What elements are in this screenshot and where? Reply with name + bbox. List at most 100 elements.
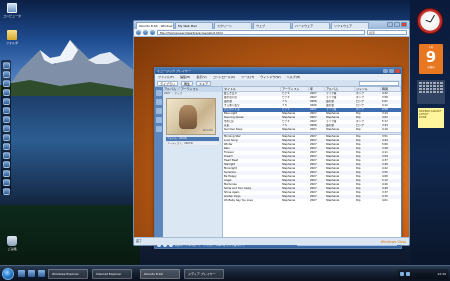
taskbar-item[interactable]: Internet Explorer: [92, 269, 132, 279]
desktop-icon-recycle-bin[interactable]: ごみ箱: [1, 236, 23, 251]
calendar-gadget[interactable]: 1月 9 水曜日: [419, 44, 443, 74]
music-player-window: ミュージック プレイヤー ファイル(F) 編集(E) 表示(V) コントロール(…: [154, 67, 402, 249]
folder-icon: [7, 30, 17, 40]
table-cell: Summer Days: [224, 128, 243, 131]
clock-gadget[interactable]: [417, 8, 443, 34]
table-cell: 2007: [310, 128, 317, 131]
launch-app-icon[interactable]: [2, 107, 10, 114]
desktop-icon-label: フォルダ: [5, 41, 18, 45]
taskbar-item[interactable]: Ubuntu 8.04: [140, 269, 180, 279]
table-row[interactable]: Summer Days Stephanie 2007 Stephanie Pop 4:19: [223, 128, 401, 132]
launch-app-icon[interactable]: [2, 152, 10, 159]
launch-app-icon[interactable]: [2, 170, 10, 177]
album-subheader: 2007 ・ ポップ: [164, 92, 182, 95]
nav-radio-icon[interactable]: [156, 126, 162, 132]
quick-launch-sidebar: [1, 60, 11, 195]
reload-icon[interactable]: [150, 30, 155, 35]
calendar-day: 9: [425, 48, 437, 66]
launch-app-icon[interactable]: [2, 89, 10, 96]
browser-tab[interactable]: ウェブ: [253, 22, 291, 29]
launch-app-icon[interactable]: [2, 143, 10, 150]
maximize-button[interactable]: [394, 22, 400, 27]
launch-app-icon[interactable]: [2, 125, 10, 132]
desktop-icon-computer[interactable]: コンピュータ: [1, 3, 23, 18]
launch-app-icon[interactable]: [2, 62, 10, 69]
desktop-icon-label: コンピュータ: [2, 14, 21, 18]
sticky-note-gadget[interactable]: SIDEBAR GADGET LAYOUT DONE: [418, 108, 444, 128]
nav-music-icon[interactable]: [156, 90, 162, 96]
column-header[interactable]: 年: [309, 87, 325, 91]
table-row[interactable]: Oh Baby Say You Love Stephanie 2007 Stephan…: [223, 199, 401, 203]
column-header[interactable]: アーティスト: [281, 87, 309, 91]
month-calendar-gadget[interactable]: [417, 80, 445, 104]
close-button[interactable]: [401, 22, 407, 27]
launch-app-icon[interactable]: [2, 98, 10, 105]
album-panel: アルバム ／ アーティスト 2007 ・ ポップ Dimitri アルバム : …: [163, 87, 223, 242]
browser-window: Ubuntu 8.04 - Window Manager My Web Mail…: [133, 20, 410, 249]
browser-tab[interactable]: My Web Mail: [175, 22, 213, 29]
show-desktop-icon[interactable]: [18, 270, 25, 277]
column-header[interactable]: アルバム: [325, 87, 355, 91]
browser-tab[interactable]: スクリーン: [214, 22, 252, 29]
close-button[interactable]: [395, 69, 400, 73]
explorer-launch-icon[interactable]: [38, 270, 45, 277]
nav-photo-icon[interactable]: [156, 108, 162, 114]
table-cell: Stephanie: [326, 199, 340, 202]
minimize-button[interactable]: [383, 69, 388, 73]
quick-launch: [18, 270, 45, 277]
forward-icon[interactable]: [143, 30, 148, 35]
status-brand: Windows Vista: [380, 240, 406, 244]
album-art[interactable]: Dimitri: [166, 98, 216, 135]
tray-clock[interactable]: 12:34: [437, 272, 446, 276]
recycle-bin-icon: [7, 236, 17, 246]
launch-app-icon[interactable]: [2, 71, 10, 78]
taskbar-item[interactable]: Windows Explorer: [48, 269, 88, 279]
nav-video-icon[interactable]: [156, 99, 162, 105]
browser-tab[interactable]: Ubuntu 8.04 - Window Manager: [136, 22, 174, 29]
browser-launch-icon[interactable]: [28, 270, 35, 277]
wallpaper-sidebar-area: [410, 0, 450, 265]
player-search-input[interactable]: [359, 80, 399, 86]
album-art-figure: [179, 105, 197, 129]
desktop-icon-folder[interactable]: フォルダ: [1, 30, 23, 45]
launch-app-icon[interactable]: [2, 134, 10, 141]
nav-playlist-icon[interactable]: [156, 117, 162, 123]
table-cell: Stephanie: [326, 128, 340, 131]
back-icon[interactable]: [136, 30, 141, 35]
table-cell: Pop: [356, 128, 361, 131]
column-header[interactable]: タイトル: [223, 87, 281, 91]
maximize-button[interactable]: [389, 69, 394, 73]
taskbar-item[interactable]: メディア プレイヤー: [184, 269, 224, 279]
browser-tab[interactable]: ソフトウェア: [331, 22, 369, 29]
tab-playback[interactable]: 再生: [181, 80, 194, 86]
column-header[interactable]: ジャンル: [355, 87, 381, 91]
search-input[interactable]: 検索: [367, 30, 407, 35]
launch-app-icon[interactable]: [2, 116, 10, 123]
tab-library[interactable]: ライブラリ: [157, 80, 179, 86]
tab-store[interactable]: ストア: [196, 80, 212, 86]
sticky-note-line: DONE: [419, 116, 427, 119]
launch-app-icon[interactable]: [2, 161, 10, 168]
start-button[interactable]: [2, 268, 14, 280]
minimize-button[interactable]: [387, 22, 393, 27]
browser-tab-strip: Ubuntu 8.04 - Window Manager My Web Mail…: [134, 21, 409, 29]
browser-tab[interactable]: ハードウェア: [292, 22, 330, 29]
launch-app-icon[interactable]: [2, 179, 10, 186]
network-icon[interactable]: [400, 272, 404, 276]
column-header[interactable]: 時間: [381, 87, 401, 91]
table-cell: 4:19: [382, 128, 388, 131]
track-list: 愛しき日々 ヒデキ 2007 ライブ版 ポップ 4:32 夏の思い出 ヒデキ 2007 ライブ版ポ…: [223, 92, 401, 203]
taskbar: Windows Explorer Internet Explorer Ubunt…: [0, 265, 450, 281]
volume-icon[interactable]: [406, 272, 410, 276]
table-cell: Oh Baby Say You Love: [224, 199, 253, 202]
browser-toolbar: file:///home/user/desktop/screenshot.htm…: [134, 29, 409, 37]
launch-app-icon[interactable]: [2, 80, 10, 87]
wallpaper-forest: [0, 205, 140, 265]
calendar-grid: [417, 80, 445, 95]
url-input[interactable]: file:///home/user/desktop/screenshot.htm…: [157, 30, 365, 35]
table-cell: 4:01: [382, 199, 388, 202]
launch-app-icon[interactable]: [2, 188, 10, 195]
browser-statusbar: 完了 Windows Vista: [134, 237, 409, 245]
player-title: ミュージック プレイヤー: [157, 69, 191, 73]
desktop-icon-label: ごみ箱: [7, 247, 17, 251]
